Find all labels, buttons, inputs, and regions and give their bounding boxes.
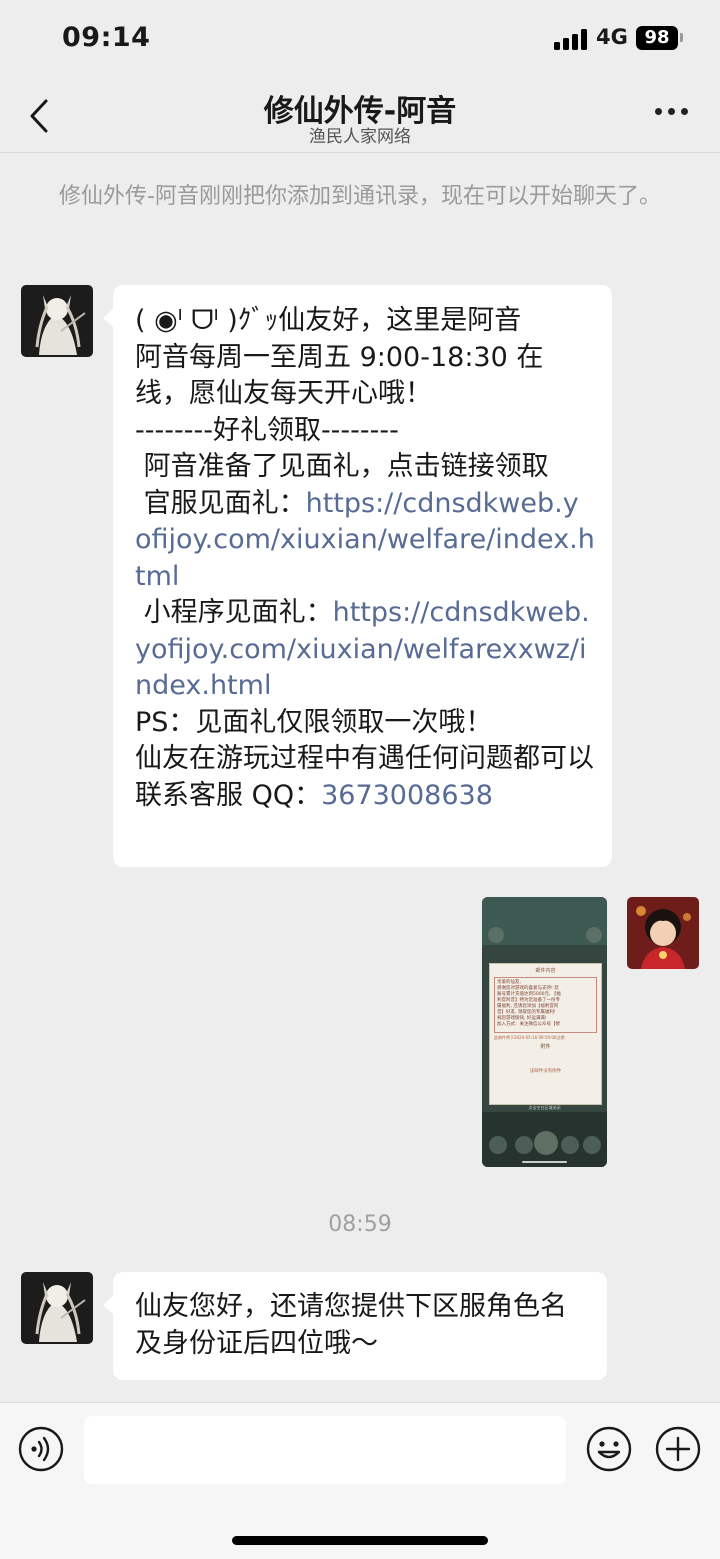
qq-number-link[interactable]: 3673008638: [321, 780, 493, 811]
official-label: 官服见面礼：: [135, 487, 306, 519]
my-avatar[interactable]: [627, 897, 699, 969]
mini-label: 小程序见面礼：: [135, 597, 333, 628]
emoji-icon[interactable]: [586, 1426, 632, 1472]
more-icon[interactable]: [655, 108, 689, 118]
attachment-label: 附件: [540, 1044, 551, 1050]
mail-line: 加入方式：关注微信公众号【修: [497, 1022, 560, 1027]
close-hint: 点击空白区域关闭: [528, 1105, 561, 1110]
message-input[interactable]: [84, 1416, 566, 1484]
mail-body: 亲爱的仙友, 感谢您对游戏的喜爱与支持! 您 账号累计充值达到5000元, 【福…: [494, 977, 597, 1033]
voice-icon[interactable]: [18, 1426, 64, 1472]
screenshot-image-message[interactable]: 邮件内容 亲爱的仙友, 感谢您对游戏的喜爱与支持! 您 账号累计充值达到5000…: [482, 897, 607, 1167]
system-notice: 修仙外传-阿音刚刚把你添加到通讯录，现在可以开始聊天了。: [59, 184, 661, 209]
battery-icon: 98: [636, 26, 678, 50]
ps-note: PS：见面礼仅限领取一次哦！: [135, 706, 493, 738]
status-time: 09:14: [62, 22, 151, 53]
plus-icon[interactable]: [655, 1426, 701, 1472]
network-type: 4G: [596, 25, 628, 49]
message-bubble[interactable]: ( ◉ᴵ ᗜᴵ )ｸﾞｯ仙友好，这里是阿音 阿音每周一至周五 9:00-18:3…: [103, 285, 612, 867]
cellular-signal-icon: [554, 28, 588, 50]
contact-avatar[interactable]: [21, 285, 93, 357]
chat-subtitle: 渔民人家网络: [309, 127, 411, 147]
no-attachment-text: 该邮件没有附件: [529, 1069, 562, 1074]
message-text: 仙友您好，还请您提供下区服角色名及身份证后四位哦～: [135, 1291, 567, 1359]
mail-dialog: 邮件内容 亲爱的仙友, 感谢您对游戏的喜爱与支持! 您 账号累计充值达到5000…: [489, 963, 602, 1105]
home-indicator[interactable]: [232, 1536, 488, 1545]
contact-avatar[interactable]: [21, 1272, 93, 1344]
mail-expiry: 此邮件将于2024-05-16 09:59:00过期: [494, 1035, 565, 1040]
greeting-line: ( ◉ᴵ ᗜᴵ )ｸﾞｯ仙友好，这里是阿音: [135, 305, 522, 336]
message-bubble[interactable]: 仙友您好，还请您提供下区服角色名及身份证后四位哦～: [103, 1272, 607, 1380]
gift-header: --------好礼领取--------: [135, 414, 399, 446]
time-separator: 08:59: [328, 1212, 392, 1237]
battery-tip: [680, 33, 683, 42]
message-text: ( ◉ᴵ ᗜᴵ )ｸﾞｯ仙友好，这里是阿音 阿音每周一至周五 9:00-18:3…: [135, 303, 595, 814]
hours-line: 阿音每周一至周五 9:00-18:30 在线，愿仙友每天开心哦！: [135, 341, 544, 410]
gift-intro: 阿音准备了见面礼，点击链接领取: [135, 451, 549, 482]
nav-divider: [0, 152, 720, 153]
mail-header: 邮件内容: [535, 968, 556, 974]
